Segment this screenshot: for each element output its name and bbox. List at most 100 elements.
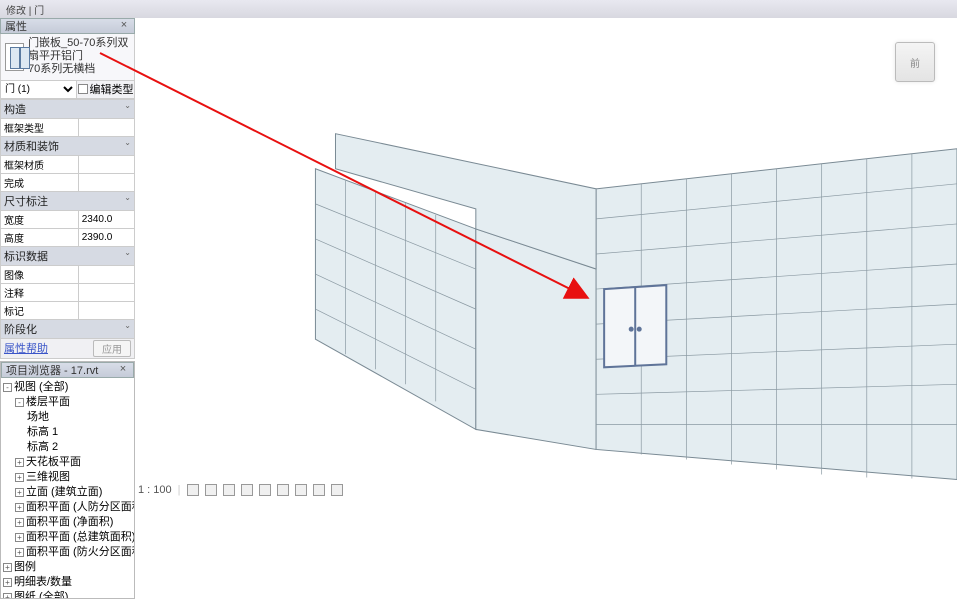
close-icon[interactable]: × — [118, 20, 130, 32]
label-frame-mat: 框架材质 — [1, 155, 79, 173]
window-title: 修改 | 门 — [0, 0, 957, 18]
type-type-label: 70系列无横档 — [28, 63, 130, 76]
tree-node-label: 图例 — [14, 561, 36, 573]
expand-icon[interactable]: + — [3, 578, 12, 587]
project-browser-header[interactable]: 项目浏览器 - 17.rvt × — [1, 362, 134, 378]
view-control-bar[interactable]: 1 : 100 | — [138, 482, 343, 498]
view-scale[interactable]: 1 : 100 — [138, 484, 172, 496]
tree-node-label: 标高 1 — [27, 426, 58, 438]
edit-type-button[interactable]: 编辑类型 — [76, 81, 134, 98]
instance-filter-select[interactable]: 门 (1) — [1, 81, 76, 98]
type-selector-text: 门嵌板_50-70系列双扇平开铝门 70系列无横档 — [28, 37, 130, 77]
tree-node-label: 面积平面 (总建筑面积) — [26, 531, 134, 543]
value-mark[interactable] — [78, 301, 134, 319]
value-frame-type[interactable] — [78, 118, 134, 136]
tree-node-label: 标高 2 — [27, 441, 58, 453]
group-ident[interactable]: 标识数据⌄ — [1, 246, 135, 265]
label-width: 宽度 — [1, 210, 79, 228]
viewbar-icon[interactable] — [313, 484, 325, 496]
viewbar-icon[interactable] — [259, 484, 271, 496]
group-build[interactable]: 构造⌄ — [1, 99, 135, 118]
tree-node[interactable]: -楼层平面 — [3, 395, 132, 410]
expand-icon[interactable]: + — [3, 563, 12, 572]
view-cube-face[interactable]: 前 — [895, 42, 935, 82]
edit-type-icon — [78, 84, 88, 94]
tree-node-label: 面积平面 (人防分区面积) — [26, 501, 134, 513]
expand-icon[interactable]: + — [15, 548, 24, 557]
tree-node[interactable]: +图纸 (全部) — [3, 590, 132, 598]
door-type-icon — [5, 43, 24, 71]
properties-title: 属性 — [5, 18, 27, 34]
collapse-icon[interactable]: - — [3, 383, 12, 392]
properties-table: 构造⌄ 框架类型 材质和装饰⌄ 框架材质 完成 尺寸标注⌄ 宽度2340.0 高… — [0, 99, 135, 359]
viewbar-icon[interactable] — [223, 484, 235, 496]
project-browser-tree[interactable]: -视图 (全部)-楼层平面场地标高 1标高 2+天花板平面+三维视图+立面 (建… — [1, 378, 134, 598]
tree-node-label: 楼层平面 — [26, 396, 70, 408]
door-element — [604, 285, 666, 367]
tree-node[interactable]: 场地 — [3, 410, 132, 425]
model-render — [135, 18, 957, 500]
label-comments: 注释 — [1, 283, 79, 301]
tree-node[interactable]: +图例 — [3, 560, 132, 575]
left-panels: 属性 × 门嵌板_50-70系列双扇平开铝门 70系列无横档 门 (1) 编辑类… — [0, 18, 135, 500]
expand-icon[interactable]: + — [15, 533, 24, 542]
tree-node[interactable]: +明细表/数量 — [3, 575, 132, 590]
collapse-icon[interactable]: - — [15, 398, 24, 407]
value-comments[interactable] — [78, 283, 134, 301]
tree-node-label: 三维视图 — [26, 471, 70, 483]
viewbar-icon[interactable] — [295, 484, 307, 496]
project-browser: 项目浏览器 - 17.rvt × -视图 (全部)-楼层平面场地标高 1标高 2… — [0, 361, 135, 599]
expand-icon[interactable]: + — [15, 458, 24, 467]
value-width[interactable]: 2340.0 — [78, 210, 134, 228]
project-browser-title: 项目浏览器 - 17.rvt — [6, 362, 98, 378]
type-selector[interactable]: 门嵌板_50-70系列双扇平开铝门 70系列无横档 — [0, 34, 135, 81]
group-dims[interactable]: 尺寸标注⌄ — [1, 191, 135, 210]
viewbar-icon[interactable] — [205, 484, 217, 496]
tree-node[interactable]: -视图 (全部) — [3, 380, 132, 395]
viewbar-icon[interactable] — [187, 484, 199, 496]
tree-node[interactable]: +三维视图 — [3, 470, 132, 485]
tree-node[interactable]: +面积平面 (净面积) — [3, 515, 132, 530]
viewbar-icon[interactable] — [331, 484, 343, 496]
properties-help-link[interactable]: 属性帮助 — [4, 343, 48, 355]
tree-node-label: 场地 — [27, 411, 49, 423]
viewbar-icon[interactable] — [241, 484, 253, 496]
expand-icon[interactable]: + — [15, 473, 24, 482]
type-family-label: 门嵌板_50-70系列双扇平开铝门 — [28, 37, 130, 63]
tree-node-label: 面积平面 (净面积) — [26, 516, 113, 528]
instance-row: 门 (1) 编辑类型 — [0, 81, 135, 99]
tree-node-label: 天花板平面 — [26, 456, 81, 468]
tree-node[interactable]: 标高 2 — [3, 440, 132, 455]
tree-node-label: 明细表/数量 — [14, 576, 72, 588]
view-cube[interactable]: 前 — [887, 36, 943, 92]
tree-node-label: 视图 (全部) — [14, 381, 68, 393]
label-height: 高度 — [1, 228, 79, 246]
value-frame-mat[interactable] — [78, 155, 134, 173]
3d-viewport[interactable] — [135, 18, 957, 500]
expand-icon[interactable]: + — [15, 518, 24, 527]
label-frame-type: 框架类型 — [1, 118, 79, 136]
label-image: 图像 — [1, 265, 79, 283]
tree-node[interactable]: +面积平面 (总建筑面积) — [3, 530, 132, 545]
label-finish: 完成 — [1, 173, 79, 191]
label-mark: 标记 — [1, 301, 79, 319]
expand-icon[interactable]: + — [3, 593, 12, 598]
apply-button[interactable]: 应用 — [93, 340, 131, 357]
value-finish[interactable] — [78, 173, 134, 191]
value-height[interactable]: 2390.0 — [78, 228, 134, 246]
expand-icon[interactable]: + — [15, 488, 24, 497]
value-image[interactable] — [78, 265, 134, 283]
group-phasing[interactable]: 阶段化⌄ — [1, 319, 135, 338]
tree-node[interactable]: +天花板平面 — [3, 455, 132, 470]
tree-node[interactable]: +立面 (建筑立面) — [3, 485, 132, 500]
viewbar-icon[interactable] — [277, 484, 289, 496]
properties-panel-header[interactable]: 属性 × — [0, 18, 135, 34]
tree-node-label: 面积平面 (防火分区面积) — [26, 546, 134, 558]
expand-icon[interactable]: + — [15, 503, 24, 512]
tree-node[interactable]: +面积平面 (防火分区面积) — [3, 545, 132, 560]
tree-node[interactable]: +面积平面 (人防分区面积) — [3, 500, 132, 515]
group-materials[interactable]: 材质和装饰⌄ — [1, 136, 135, 155]
close-icon[interactable]: × — [117, 364, 129, 376]
tree-node[interactable]: 标高 1 — [3, 425, 132, 440]
tree-node-label: 图纸 (全部) — [14, 591, 68, 598]
